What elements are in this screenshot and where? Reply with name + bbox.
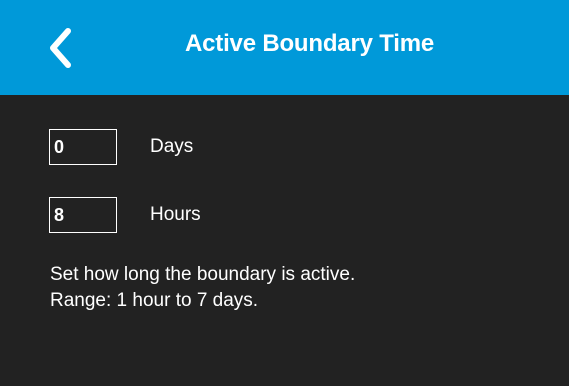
hours-label: Hours <box>150 204 201 225</box>
hours-input[interactable] <box>49 197 117 233</box>
header-bar: Active Boundary Time <box>0 0 569 95</box>
help-line-range: Range: 1 hour to 7 days. <box>50 290 259 311</box>
help-line-description: Set how long the boundary is active. <box>50 264 356 285</box>
days-input[interactable] <box>49 129 117 165</box>
days-row: Days <box>49 129 193 165</box>
days-label: Days <box>150 136 194 157</box>
page-title: Active Boundary Time <box>185 30 434 57</box>
help-text: Set how long the boundary is active. Ran… <box>50 262 355 314</box>
hours-row: Hours <box>49 197 201 233</box>
content-area: Days Hours Set how long the boundary is … <box>0 95 569 386</box>
